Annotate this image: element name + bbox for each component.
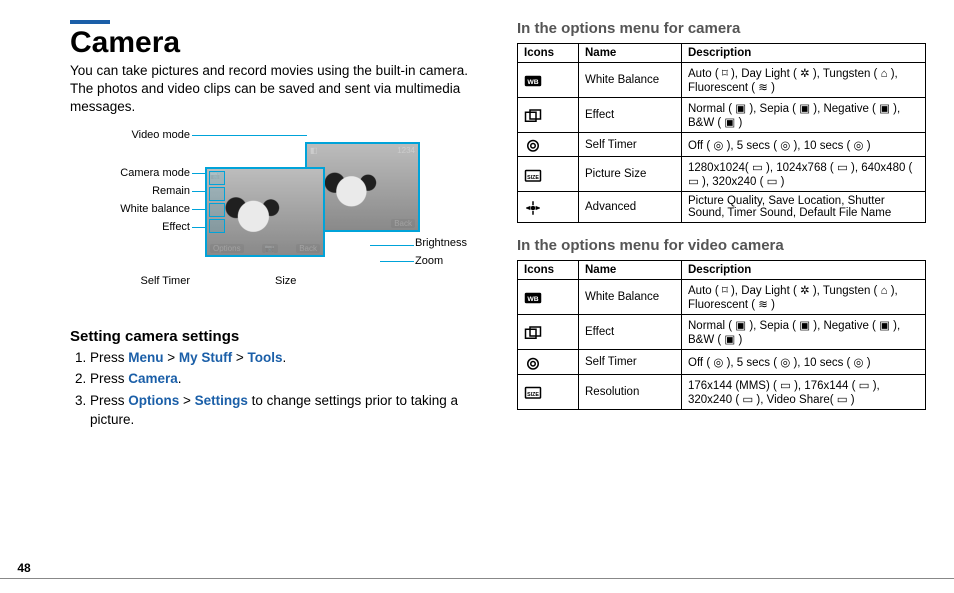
settings-steps: Press Menu > My Stuff > Tools. Press Cam… bbox=[70, 348, 479, 430]
video-options-table: Icons Name Description White BalanceAuto… bbox=[517, 260, 926, 409]
table-row: EffectNormal ( ▣ ), Sepia ( ▣ ), Negativ… bbox=[518, 98, 926, 133]
right-column: In the options menu for camera Icons Nam… bbox=[507, 20, 926, 593]
manual-page: Camera You can take pictures and record … bbox=[0, 0, 954, 593]
footer-rule bbox=[0, 578, 954, 580]
hotspot-remain bbox=[209, 187, 225, 201]
label-self-timer: Self Timer bbox=[140, 275, 190, 287]
wb-icon bbox=[518, 63, 579, 98]
screenshot-camera: 📷 Options📷Back bbox=[205, 167, 325, 257]
label-camera-mode: Camera mode bbox=[120, 167, 190, 179]
col-icons: Icons bbox=[518, 44, 579, 63]
label-zoom: Zoom bbox=[415, 255, 443, 267]
table-row: AdvancedPicture Quality, Save Location, … bbox=[518, 192, 926, 223]
camera-diagram: Video mode Camera mode Remain White bala… bbox=[60, 127, 479, 322]
step-3: Press Options > Settings to change setti… bbox=[90, 391, 479, 430]
wb-icon bbox=[518, 280, 579, 315]
label-brightness: Brightness bbox=[415, 237, 467, 249]
effect-icon bbox=[518, 98, 579, 133]
table-row: White BalanceAuto ( ⌑ ), Day Light ( ✲ )… bbox=[518, 280, 926, 315]
left-column: Camera You can take pictures and record … bbox=[60, 20, 479, 593]
table-header-row: Icons Name Description bbox=[518, 44, 926, 63]
intro-text: You can take pictures and record movies … bbox=[70, 62, 479, 117]
section-rule bbox=[70, 20, 110, 24]
step-2: Press Camera. bbox=[90, 369, 479, 389]
label-size: Size bbox=[275, 275, 296, 287]
label-white-balance: White balance bbox=[120, 203, 190, 215]
camera-options-table: Icons Name Description White BalanceAuto… bbox=[517, 43, 926, 223]
hotspot-effect bbox=[209, 219, 225, 233]
picture-size-icon bbox=[518, 157, 579, 192]
resolution-icon bbox=[518, 374, 579, 409]
step-1: Press Menu > My Stuff > Tools. bbox=[90, 348, 479, 368]
label-video-mode: Video mode bbox=[131, 129, 190, 141]
col-desc: Description bbox=[682, 261, 926, 280]
col-desc: Description bbox=[682, 44, 926, 63]
table-row: Picture Size1280x1024( ▭ ), 1024x768 ( ▭… bbox=[518, 157, 926, 192]
hotspot-wb bbox=[209, 203, 225, 217]
table-row: Self TimerOff ( ◎ ), 5 secs ( ◎ ), 10 se… bbox=[518, 350, 926, 374]
advanced-icon bbox=[518, 192, 579, 223]
table-row: Resolution176x144 (MMS) ( ▭ ), 176x144 (… bbox=[518, 374, 926, 409]
label-effect: Effect bbox=[162, 221, 190, 233]
video-options-heading: In the options menu for video camera bbox=[517, 237, 926, 254]
label-remain: Remain bbox=[152, 185, 190, 197]
table-header-row: Icons Name Description bbox=[518, 261, 926, 280]
page-title: Camera bbox=[70, 26, 479, 60]
effect-icon bbox=[518, 315, 579, 350]
table-row: EffectNormal ( ▣ ), Sepia ( ▣ ), Negativ… bbox=[518, 315, 926, 350]
table-row: Self TimerOff ( ◎ ), 5 secs ( ◎ ), 10 se… bbox=[518, 133, 926, 157]
col-name: Name bbox=[579, 44, 682, 63]
camera-options-heading: In the options menu for camera bbox=[517, 20, 926, 37]
page-number: 48 bbox=[0, 561, 48, 575]
self-timer-icon bbox=[518, 350, 579, 374]
self-timer-icon bbox=[518, 133, 579, 157]
col-icons: Icons bbox=[518, 261, 579, 280]
settings-heading: Setting camera settings bbox=[70, 328, 479, 345]
hotspot-camera-mode bbox=[209, 171, 225, 185]
col-name: Name bbox=[579, 261, 682, 280]
table-row: White BalanceAuto ( ⌑ ), Day Light ( ✲ )… bbox=[518, 63, 926, 98]
